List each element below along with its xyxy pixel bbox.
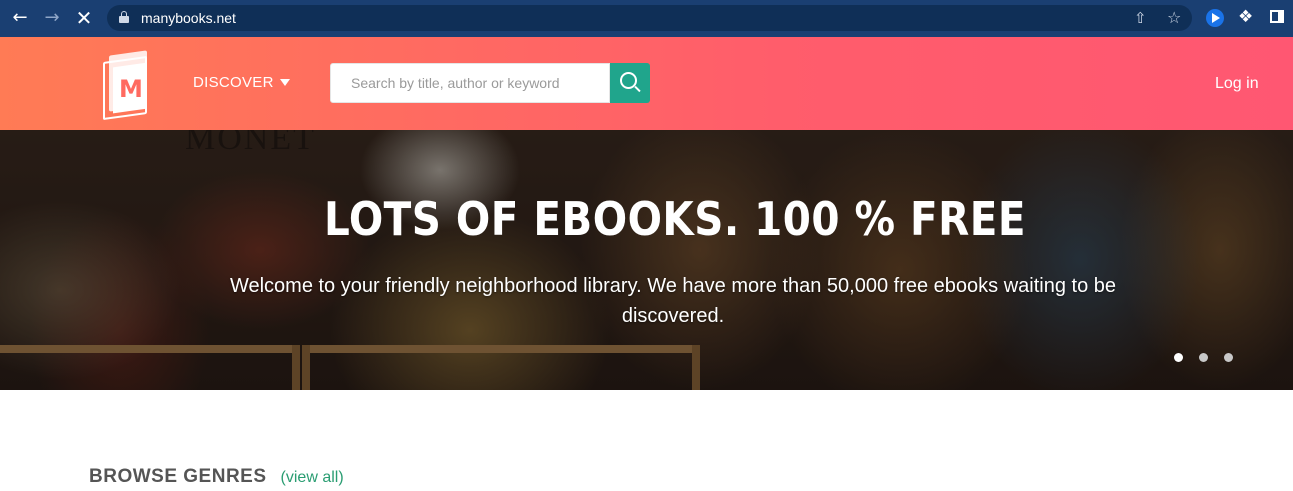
hero-subtitle: Welcome to your friendly neighborhood li… [229,275,1117,327]
carousel-dot-2[interactable] [1199,353,1208,362]
url-text[interactable]: manybooks.net [141,9,236,27]
browse-genres-title: BROWSE GENRES [89,466,267,487]
back-arrow-icon[interactable]: ← [10,8,30,28]
carousel-dot-3[interactable] [1224,353,1233,362]
logo-letter: M [119,75,143,103]
address-bar[interactable]: manybooks.net ⇧ ☆ [107,5,1192,31]
forward-arrow-icon[interactable]: → [42,8,62,28]
discover-label: DISCOVER [193,74,274,91]
manybooks-logo[interactable]: M [103,50,151,121]
search-button[interactable] [610,63,650,103]
view-all-link[interactable]: (view all) [281,469,344,486]
sidepanel-icon[interactable] [1270,10,1284,23]
stop-loading-icon[interactable]: ✕ [74,8,94,28]
puzzle-icon[interactable]: ❖ [1238,7,1253,27]
hero-overlay [0,130,1293,390]
carousel-dots [1174,349,1249,362]
hero-banner: MONET LOTS OF EBOOKS. 100 % FREE Welcome… [0,130,1293,390]
search-input[interactable] [330,63,610,103]
login-link[interactable]: Log in [1215,75,1259,93]
browse-genres-heading: BROWSE GENRES (view all) [89,466,344,488]
caret-down-icon [279,79,290,86]
star-icon[interactable]: ☆ [1167,8,1181,27]
browser-toolbar: ← → ✕ manybooks.net ⇧ ☆ ❖ [0,0,1293,37]
hero-title: LOTS OF EBOOKS. 100 % FREE [324,192,1026,246]
extension-icon[interactable] [1206,9,1224,27]
lock-icon[interactable] [119,11,129,23]
carousel-dot-1[interactable] [1174,353,1183,362]
discover-menu[interactable]: DISCOVER [193,74,290,91]
site-header: M DISCOVER Log in [0,37,1293,130]
share-icon[interactable]: ⇧ [1134,9,1147,27]
